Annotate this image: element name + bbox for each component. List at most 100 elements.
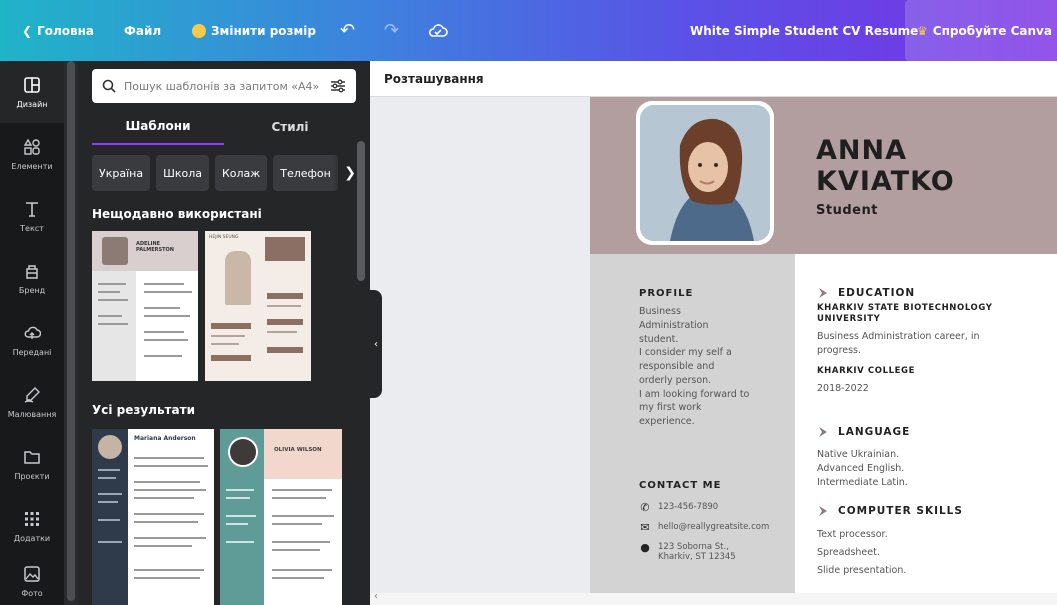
rail-item-uploads[interactable]: Передані [0, 309, 64, 371]
thumb-line [98, 493, 122, 495]
rail-label: Передані [12, 347, 52, 357]
horizontal-scrollbar[interactable]: ‹ [370, 591, 1057, 605]
profile-heading[interactable]: PROFILE [639, 288, 693, 299]
thumb-line [272, 569, 332, 571]
thumb-line [98, 501, 118, 503]
thumb-line [134, 489, 206, 491]
thumb-line [144, 307, 180, 309]
cloud-saved-icon[interactable] [428, 0, 448, 61]
thumb-line [272, 489, 332, 491]
education-heading[interactable]: EDUCATION [817, 287, 915, 299]
chip-ukraine[interactable]: Україна [92, 155, 151, 191]
rail-item-elements[interactable]: Елементи [0, 123, 64, 185]
apps-icon [25, 511, 39, 526]
resize-label: Змінити розмір [211, 23, 317, 38]
template-thumb-recent-1[interactable]: ADELINE PALMERSTON [92, 231, 198, 381]
thumb-line [98, 291, 120, 293]
rail-item-text[interactable]: Текст [0, 185, 64, 247]
resume-role[interactable]: Student [816, 203, 878, 218]
search-input[interactable] [124, 79, 322, 93]
university-1-desc[interactable]: Business Administration career, in progr… [817, 330, 1052, 358]
file-menu-button[interactable]: Файл [124, 0, 161, 61]
rail-item-draw[interactable]: Малювання [0, 371, 64, 433]
language-item: Intermediate Latin. [817, 476, 908, 488]
rail-item-photos[interactable]: Фото [0, 557, 64, 605]
thumb-line [211, 335, 245, 337]
resize-button[interactable]: Змінити розмір [192, 0, 316, 61]
filter-icon[interactable] [330, 79, 346, 93]
tab-templates[interactable]: Шаблони [92, 109, 224, 145]
tab-styles[interactable]: Стилі [224, 109, 356, 145]
thumb-sidebar [92, 271, 136, 381]
rail-scroll-thumb[interactable] [67, 61, 75, 601]
chevron-right-icon [819, 288, 827, 298]
profile-line: experience. [639, 416, 695, 428]
panel-scrollbar[interactable] [357, 141, 365, 281]
first-name: ANNA [816, 135, 907, 166]
university-2-years[interactable]: 2018-2022 [817, 382, 869, 396]
rail-item-apps[interactable]: Додатки [0, 495, 64, 557]
folder-icon [24, 450, 40, 464]
chevron-left-icon: ‹ [374, 338, 378, 350]
shapes-icon [23, 138, 40, 155]
thumb-title: HEJIN SEUNG [209, 235, 239, 240]
try-pro-label: Спробуйте Canva Pro [932, 23, 1057, 38]
education-label: EDUCATION [838, 287, 916, 299]
rail-item-projects[interactable]: Проєкти [0, 433, 64, 495]
university-2[interactable]: KHARKIV COLLEGE [817, 366, 915, 377]
rail-scrollbar[interactable] [64, 61, 78, 605]
contact-address[interactable]: ● 123 Soborna St., Kharkiv, ST 12345 [639, 542, 736, 562]
rail-label: Малювання [7, 409, 57, 419]
skills-heading[interactable]: COMPUTER SKILLS [817, 505, 963, 517]
phone-icon: ✆ [640, 501, 650, 514]
university-1[interactable]: KHARKIV STATE BIOTECHNOLOGY UNIVERSITY [817, 303, 1052, 326]
thumb-title: OLIVIA WILSON [274, 447, 322, 453]
position-button[interactable]: Розташування [384, 72, 484, 86]
scroll-left-icon[interactable]: ‹ [374, 591, 378, 602]
thumb-line [98, 283, 126, 285]
resume-right-column[interactable]: EDUCATION KHARKIV STATE BIOTECHNOLOGY UN… [795, 254, 1057, 593]
contact-heading[interactable]: CONTACT ME [639, 480, 721, 491]
languages-list[interactable]: Native Ukrainian. Advanced English. Inte… [817, 448, 908, 489]
thumb-line [211, 343, 239, 345]
thumb-line [98, 477, 116, 479]
profile-text[interactable]: Business Administration student. I consi… [639, 305, 789, 429]
template-search[interactable] [92, 69, 356, 103]
thumb-line [134, 497, 194, 499]
thumb-photo [102, 237, 128, 265]
template-thumb-result-1[interactable]: Mariana Anderson [92, 429, 214, 605]
undo-icon[interactable]: ↶ [340, 0, 355, 61]
redo-icon[interactable]: ↷ [384, 0, 399, 61]
chip-phone[interactable]: Телефон [273, 155, 338, 191]
rail-item-design[interactable]: Дизайн [0, 61, 64, 123]
rail-label: Додатки [13, 533, 51, 543]
chip-school[interactable]: Школа [156, 155, 209, 191]
profile-photo[interactable] [636, 101, 774, 245]
document-title[interactable]: White Simple Student CV Resume [690, 0, 918, 61]
thumb-line [272, 577, 324, 579]
results-heading: Усі результати [92, 403, 195, 417]
home-button[interactable]: ❮ Головна [22, 0, 94, 61]
thumb-title: Mariana Anderson [134, 435, 196, 442]
language-heading[interactable]: LANGUAGE [817, 426, 910, 438]
skills-list[interactable]: Text processor. Spreadsheet. Slide prese… [817, 526, 906, 580]
rail-label: Текст [20, 223, 44, 233]
resume-page[interactable]: ANNA KVIATKO Student PROFILE Business Ad… [590, 97, 1057, 593]
rail-item-brand[interactable]: Бренд [0, 247, 64, 309]
chevron-right-icon[interactable]: ❯ [332, 155, 356, 191]
thumb-bar [211, 323, 251, 329]
template-thumb-recent-2[interactable]: HEJIN SEUNG [205, 231, 311, 381]
try-pro-button[interactable]: ♛ Спробуйте Canva Pro [905, 0, 1057, 61]
thumb-line [144, 315, 190, 317]
chip-collage[interactable]: Колаж [214, 155, 268, 191]
profile-line: I consider my self a [639, 347, 732, 359]
template-thumb-result-2[interactable]: OLIVIA WILSON [220, 429, 342, 605]
collapse-panel-button[interactable]: ‹ [370, 290, 382, 398]
brand-icon [26, 264, 38, 279]
contact-phone[interactable]: ✆ 123-456-7890 [639, 502, 718, 513]
resume-name[interactable]: ANNA KVIATKO [816, 135, 955, 197]
resume-left-column[interactable]: PROFILE Business Administration student.… [590, 254, 795, 593]
thumb-line [134, 457, 204, 459]
phone-text: 123-456-7890 [658, 502, 719, 512]
contact-email[interactable]: ✉ hello@reallygreatsite.com [639, 522, 769, 533]
